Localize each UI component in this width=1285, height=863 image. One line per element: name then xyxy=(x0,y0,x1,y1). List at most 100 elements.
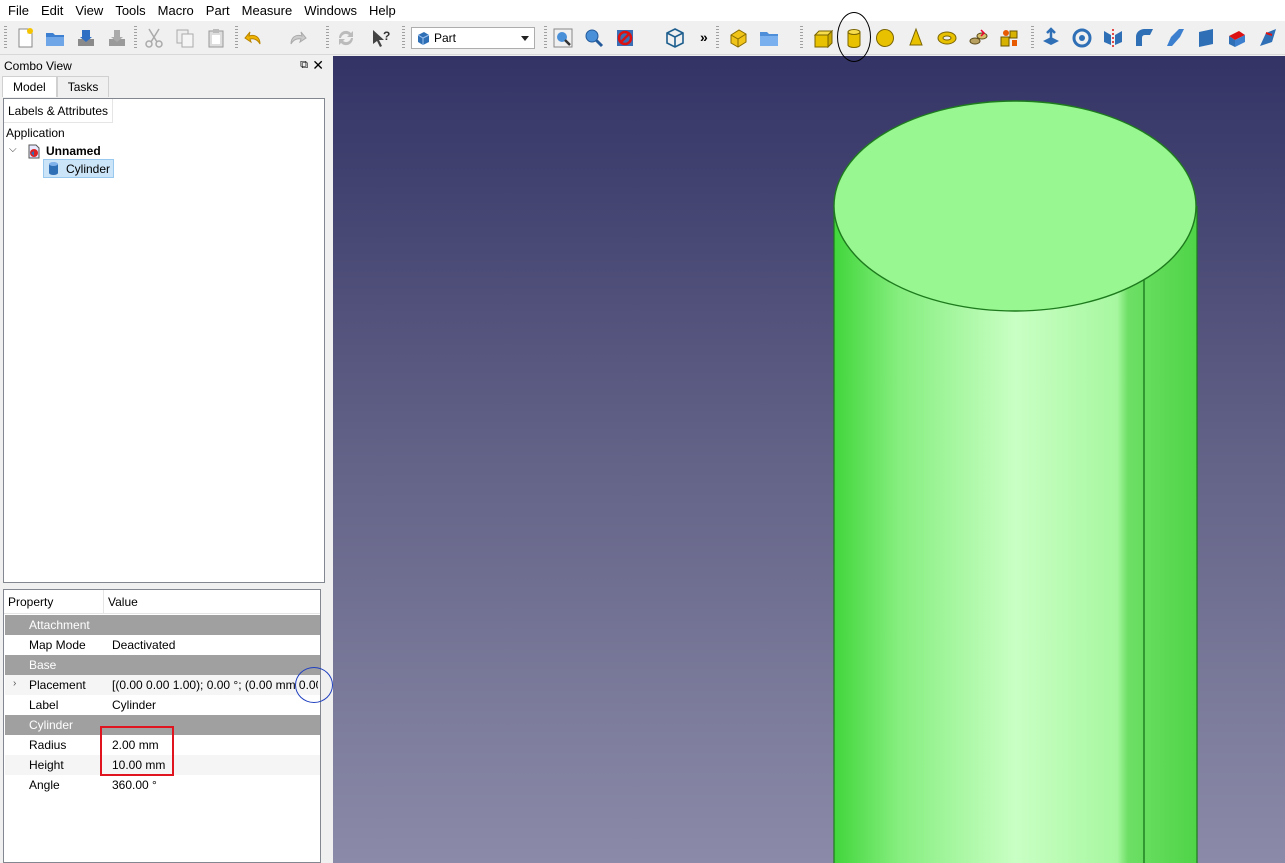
property-name: Map Mode xyxy=(29,638,86,652)
property-value[interactable]: [(0.00 0.00 1.00); 0.00 °; (0.00 mm 0.00… xyxy=(108,678,318,692)
primitives-icon[interactable] xyxy=(996,25,1022,51)
undo-icon[interactable] xyxy=(241,25,267,51)
menu-file[interactable]: File xyxy=(2,0,35,21)
float-panel-icon[interactable]: ⧉ xyxy=(300,59,308,72)
toolbar-separator xyxy=(326,26,329,50)
tree-item-cylinder[interactable]: Cylinder xyxy=(43,159,115,178)
fit-selection-icon[interactable] xyxy=(581,25,607,51)
toolbar-separator xyxy=(800,26,803,50)
property-value[interactable]: 360.00 ° xyxy=(108,778,157,792)
copy-icon[interactable] xyxy=(172,25,198,51)
menu-measure[interactable]: Measure xyxy=(236,0,299,21)
cut-icon[interactable] xyxy=(141,25,167,51)
toolbar-overflow-button[interactable]: » xyxy=(700,29,708,45)
property-name: Angle xyxy=(29,778,60,792)
freecad-window: File Edit View Tools Macro Part Measure … xyxy=(0,0,1285,863)
menu-view[interactable]: View xyxy=(69,0,109,21)
expand-toggle-icon[interactable]: ⌵ xyxy=(9,144,17,155)
document-icon xyxy=(28,144,40,158)
toolbar-separator xyxy=(235,26,238,50)
mirror-icon[interactable] xyxy=(1100,25,1126,51)
combo-view-title: Combo View xyxy=(4,58,72,73)
cylinder-3d-model[interactable] xyxy=(333,56,1285,863)
placement-label: Placement xyxy=(29,678,86,692)
property-row-radius[interactable]: Radius 2.00 mm xyxy=(5,735,320,755)
workbench-label: Part xyxy=(434,31,457,45)
refresh-icon[interactable] xyxy=(333,25,359,51)
cylinder-icon[interactable] xyxy=(841,25,867,51)
sphere-icon[interactable] xyxy=(872,25,898,51)
tube-icon[interactable] xyxy=(965,25,991,51)
torus-icon[interactable] xyxy=(934,25,960,51)
combo-view-panel: Combo View ⧉ ✕ Model Tasks Labels & Attr… xyxy=(0,56,330,863)
property-row-map-mode[interactable]: Map Mode Deactivated xyxy=(5,635,320,655)
toolbar-separator xyxy=(716,26,719,50)
create-part-icon[interactable] xyxy=(725,25,751,51)
menu-macro[interactable]: Macro xyxy=(152,0,200,21)
cylinder-object-icon xyxy=(49,162,58,175)
group-attachment[interactable]: Attachment xyxy=(5,615,320,635)
new-file-icon[interactable] xyxy=(12,25,38,51)
fit-all-icon[interactable] xyxy=(550,25,576,51)
group-base[interactable]: Base xyxy=(5,655,320,675)
redo-icon[interactable] xyxy=(284,25,310,51)
menu-bar: File Edit View Tools Macro Part Measure … xyxy=(0,0,1285,21)
combo-tabs: Model Tasks xyxy=(2,76,110,97)
menu-windows[interactable]: Windows xyxy=(298,0,363,21)
property-value[interactable]: Cylinder xyxy=(108,698,156,712)
extrude-icon[interactable] xyxy=(1038,25,1064,51)
toolbar-separator xyxy=(402,26,405,50)
cone-icon[interactable] xyxy=(903,25,929,51)
tree-header[interactable]: Labels & Attributes xyxy=(4,99,114,123)
value-column-header[interactable]: Value xyxy=(104,590,138,614)
revolve-icon[interactable] xyxy=(1069,25,1095,51)
tree-application-label: Application xyxy=(6,126,65,140)
property-value[interactable]: Deactivated xyxy=(108,638,175,652)
chamfer-icon[interactable] xyxy=(1162,25,1188,51)
menu-part[interactable]: Part xyxy=(200,0,236,21)
workbench-selector[interactable]: Part xyxy=(411,27,535,49)
group-cylinder[interactable]: Cylinder xyxy=(5,715,320,735)
fillet-icon[interactable] xyxy=(1131,25,1157,51)
property-value[interactable]: 2.00 mm xyxy=(108,738,159,752)
tree-item-document[interactable]: Unnamed xyxy=(26,142,101,160)
whats-this-icon[interactable]: ? xyxy=(368,25,394,51)
property-row-placement[interactable]: › Placement [(0.00 0.00 1.00); 0.00 °; (0… xyxy=(5,675,320,695)
open-file-icon[interactable] xyxy=(42,25,68,51)
cylinder-top-face[interactable] xyxy=(833,100,1197,312)
create-group-icon[interactable] xyxy=(756,25,782,51)
property-name: › Placement xyxy=(5,678,108,692)
property-row-label[interactable]: Label Cylinder xyxy=(5,695,320,715)
property-column-header[interactable]: Property xyxy=(4,590,104,614)
chevron-down-icon xyxy=(521,36,529,41)
property-grid: Property Value Attachment Map Mode Deact… xyxy=(3,589,321,863)
property-name: Height xyxy=(29,758,64,772)
property-name: Label xyxy=(29,698,59,712)
tab-tasks[interactable]: Tasks xyxy=(56,76,110,97)
menu-help[interactable]: Help xyxy=(363,0,402,21)
box-icon[interactable] xyxy=(810,25,836,51)
property-row-angle[interactable]: Angle 360.00 ° xyxy=(5,775,320,795)
close-panel-icon[interactable]: ✕ xyxy=(312,57,324,74)
3d-viewport[interactable] xyxy=(333,56,1285,863)
draw-style-icon[interactable] xyxy=(612,25,638,51)
part-workbench-icon xyxy=(417,32,430,45)
paste-icon[interactable] xyxy=(203,25,229,51)
property-value[interactable]: 10.00 mm xyxy=(108,758,165,772)
property-row-height[interactable]: Height 10.00 mm xyxy=(5,755,320,775)
expand-arrow-icon[interactable]: › xyxy=(13,678,16,689)
model-tree: Labels & Attributes Application ⌵ Unname… xyxy=(3,98,325,583)
save-icon[interactable] xyxy=(73,25,99,51)
menu-edit[interactable]: Edit xyxy=(35,0,69,21)
isometric-view-icon[interactable] xyxy=(662,25,688,51)
save-as-icon[interactable] xyxy=(104,25,130,51)
tab-model[interactable]: Model xyxy=(2,76,57,97)
document-label: Unnamed xyxy=(46,144,101,158)
menu-tools[interactable]: Tools xyxy=(109,0,151,21)
property-name: Radius xyxy=(29,738,67,752)
make-face-icon[interactable] xyxy=(1193,25,1219,51)
loft-icon[interactable] xyxy=(1255,25,1281,51)
toolbar-grip[interactable] xyxy=(4,26,7,50)
toolbar-separator xyxy=(134,26,137,50)
ruled-surface-icon[interactable] xyxy=(1224,25,1250,51)
